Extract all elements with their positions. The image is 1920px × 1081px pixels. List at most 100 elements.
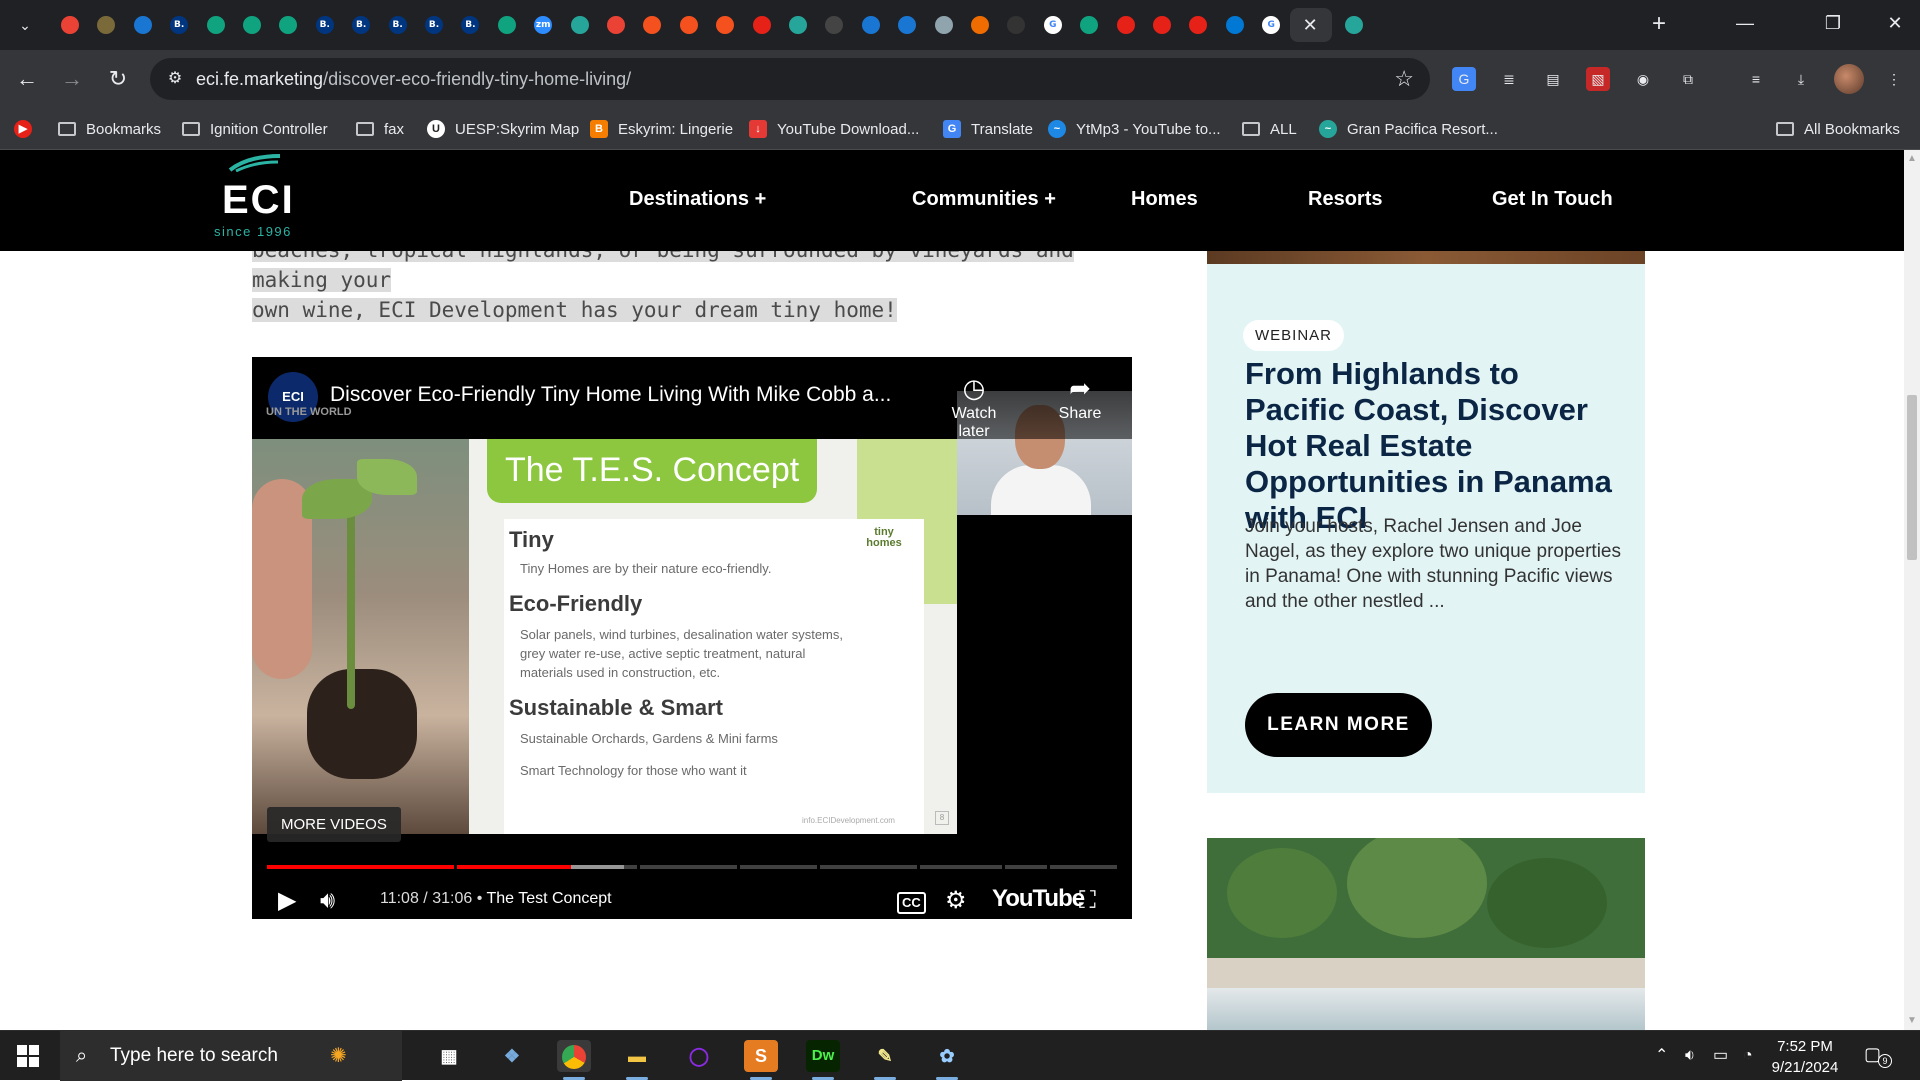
bookmark-item[interactable]: ~ Gran Pacifica Resort... <box>1319 117 1498 141</box>
cookie-ext-icon[interactable]: ◉ <box>1631 67 1655 91</box>
notification-center-icon[interactable]: ▢ 9 <box>1864 1044 1892 1068</box>
browser-tab[interactable] <box>926 8 962 42</box>
volume-icon[interactable]: 🔊︎ <box>320 884 335 918</box>
more-videos-button[interactable]: MORE VIDEOS <box>267 807 401 842</box>
all-bookmarks[interactable]: All Bookmarks <box>1776 117 1900 141</box>
bookmark-item[interactable]: Bookmarks <box>58 117 161 141</box>
browser-tab[interactable] <box>853 8 889 42</box>
close-window-icon[interactable]: ✕ <box>1880 12 1910 34</box>
reload-icon[interactable]: ↻ <box>103 64 133 94</box>
media-controls-icon[interactable]: ≡ <box>1744 67 1768 91</box>
bookmark-item[interactable]: U UESP:Skyrim Map <box>427 117 579 141</box>
browser-tab[interactable]: B. <box>343 8 379 42</box>
file-explorer-icon[interactable]: ▬ <box>620 1040 654 1080</box>
nav-homes[interactable]: Homes <box>1131 188 1198 211</box>
fullscreen-icon[interactable]: ⛶ <box>1079 884 1096 918</box>
bookmark-item[interactable]: fax <box>356 117 404 141</box>
browser-tab[interactable] <box>1144 8 1180 42</box>
active-browser-tab[interactable]: ✕ <box>1289 8 1332 42</box>
new-tab-button[interactable]: + <box>1652 12 1666 36</box>
video-title[interactable]: Discover Eco-Friendly Tiny Home Living W… <box>330 383 891 407</box>
bookmark-item[interactable]: ALL <box>1242 117 1297 141</box>
profile-avatar[interactable] <box>1834 64 1864 94</box>
browser-tab[interactable]: B. <box>161 8 197 42</box>
bookmark-item[interactable]: B Eskyrim: Lingerie <box>590 117 733 141</box>
url-text[interactable]: eci.fe.marketing/discover-eco-friendly-t… <box>196 69 631 90</box>
eci-logo[interactable]: ECI since 1996 <box>212 150 302 250</box>
sublime-icon[interactable]: S <box>744 1040 778 1080</box>
browser-tab[interactable]: zm <box>525 8 561 42</box>
notepad-icon[interactable]: ✎ <box>868 1040 902 1080</box>
browser-tab[interactable] <box>707 8 743 42</box>
nav-resorts[interactable]: Resorts <box>1308 188 1382 211</box>
browser-tab[interactable] <box>1217 8 1253 42</box>
scroll-up-icon[interactable]: ▲ <box>1907 154 1917 164</box>
captions-icon[interactable]: CC <box>897 892 926 914</box>
print-ext-icon[interactable]: ▤ <box>1541 67 1565 91</box>
restore-icon[interactable]: ❐ <box>1818 12 1848 34</box>
pdf-ext-icon[interactable]: ▧ <box>1586 67 1610 91</box>
nav-communities[interactable]: Communities + <box>912 188 1056 211</box>
paint-icon[interactable]: ✿ <box>930 1040 964 1080</box>
chrome-menu-icon[interactable]: ⋮ <box>1882 67 1906 91</box>
settings-gear-icon[interactable]: ⚙ <box>945 884 967 918</box>
cortana-icon[interactable]: ◯ <box>682 1040 716 1072</box>
page-scrollbar[interactable]: ▲ ▼ <box>1904 150 1920 1030</box>
close-tab-icon[interactable]: ✕ <box>1303 15 1318 35</box>
scroll-thumb[interactable] <box>1907 395 1917 560</box>
tab-search-icon[interactable]: ⌄ <box>14 14 36 36</box>
show-hidden-icons[interactable]: ⌃ <box>1655 1045 1668 1067</box>
browser-tab[interactable] <box>198 8 234 42</box>
battery-icon[interactable]: ▭ <box>1713 1045 1728 1067</box>
browser-tab[interactable] <box>234 8 270 42</box>
dreamweaver-icon[interactable]: Dw <box>806 1040 840 1080</box>
forward-icon[interactable]: → <box>57 64 87 94</box>
nav-get-in-touch[interactable]: Get In Touch <box>1492 188 1613 211</box>
webinar-title[interactable]: From Highlands to Pacific Coast, Discove… <box>1245 356 1625 536</box>
bookmark-item[interactable]: G Translate <box>943 117 1033 141</box>
extensions-icon[interactable]: ⧉ <box>1676 67 1700 91</box>
site-info-icon[interactable]: ⚙ <box>164 68 186 90</box>
copilot-icon[interactable]: ❖ <box>495 1040 529 1072</box>
bookmark-item[interactable]: ↓ YouTube Download... <box>749 117 919 141</box>
browser-tab[interactable] <box>889 8 925 42</box>
downloads-icon[interactable]: ⤓ <box>1789 67 1813 91</box>
sidebar-image-beach[interactable] <box>1207 838 1645 1030</box>
scroll-down-icon[interactable]: ▼ <box>1907 1016 1917 1026</box>
browser-tab[interactable] <box>1071 8 1107 42</box>
browser-tab[interactable] <box>598 8 634 42</box>
address-bar[interactable]: ⚙ eci.fe.marketing/discover-eco-friendly… <box>150 58 1430 100</box>
browser-tab[interactable] <box>634 8 670 42</box>
browser-tab[interactable] <box>671 8 707 42</box>
speaker-icon[interactable]: 🔉︎ <box>1685 1045 1695 1067</box>
browser-tab[interactable]: G <box>1253 8 1289 42</box>
video-progress-bar[interactable] <box>267 865 1117 869</box>
browser-tab[interactable]: B. <box>307 8 343 42</box>
wifi-icon[interactable]: ◔ <box>1743 1045 1753 1067</box>
browser-tab[interactable] <box>744 8 780 42</box>
browser-tab[interactable] <box>1336 8 1372 42</box>
learn-more-button[interactable]: LEARN MORE <box>1245 693 1432 757</box>
nav-destinations[interactable]: Destinations + <box>629 188 766 211</box>
browser-tab[interactable]: B. <box>452 8 488 42</box>
browser-tab[interactable] <box>125 8 161 42</box>
back-icon[interactable]: ← <box>12 64 42 94</box>
youtube-embed[interactable]: The T.E.S. Concept Tiny Tiny Homes are b… <box>252 357 1132 919</box>
minimize-icon[interactable]: — <box>1730 12 1760 34</box>
task-view-icon[interactable]: ▦ <box>432 1040 466 1072</box>
browser-tab[interactable] <box>816 8 852 42</box>
bookmark-item[interactable]: Ignition Controller <box>182 117 328 141</box>
browser-tab[interactable] <box>270 8 306 42</box>
bookmark-star-icon[interactable]: ☆ <box>1394 66 1414 92</box>
browser-tab[interactable] <box>962 8 998 42</box>
watch-later-button[interactable]: ◷ Watch later <box>934 371 1014 441</box>
windows-start-icon[interactable] <box>17 1045 39 1067</box>
play-icon[interactable]: ▶ <box>278 884 296 918</box>
youtube-logo[interactable]: YouTube <box>992 885 1085 913</box>
browser-tab[interactable] <box>52 8 88 42</box>
taskbar-search[interactable]: ⌕ Type here to search ✺ <box>60 1031 402 1081</box>
bookmark-item[interactable]: ~ YtMp3 - YouTube to... <box>1048 117 1221 141</box>
browser-tab[interactable] <box>489 8 525 42</box>
browser-tab[interactable]: B. <box>380 8 416 42</box>
browser-tab[interactable]: G <box>1035 8 1071 42</box>
